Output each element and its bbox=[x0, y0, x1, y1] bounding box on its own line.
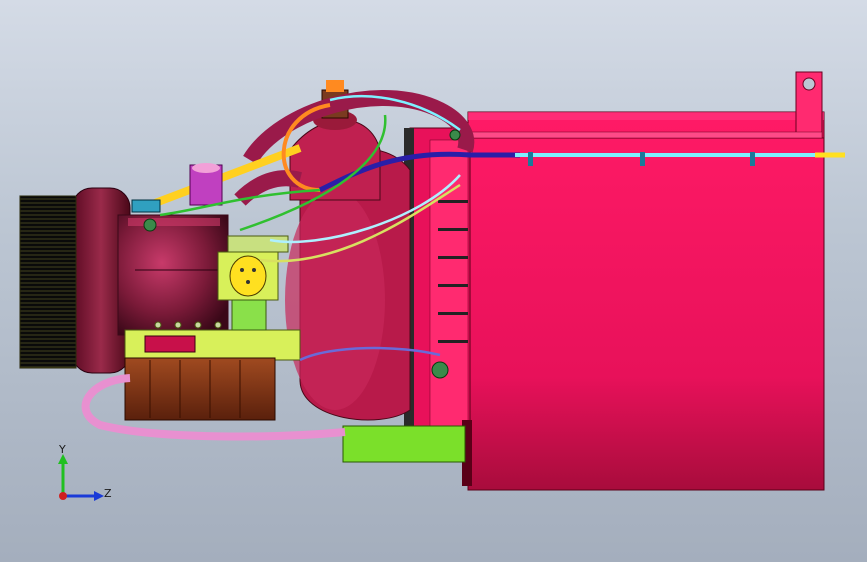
triad-origin bbox=[59, 492, 67, 500]
mounting-base[interactable] bbox=[342, 425, 466, 463]
burner-assembly-model[interactable] bbox=[0, 0, 867, 562]
graphics-viewport[interactable]: Y Z bbox=[0, 0, 867, 562]
y-axis-label: Y bbox=[59, 443, 66, 456]
burner-head[interactable] bbox=[285, 80, 411, 421]
air-intake-filter[interactable] bbox=[19, 195, 77, 369]
z-axis-label: Z bbox=[104, 487, 112, 500]
burner-housing[interactable] bbox=[467, 71, 825, 491]
fuel-pump[interactable] bbox=[124, 321, 301, 421]
